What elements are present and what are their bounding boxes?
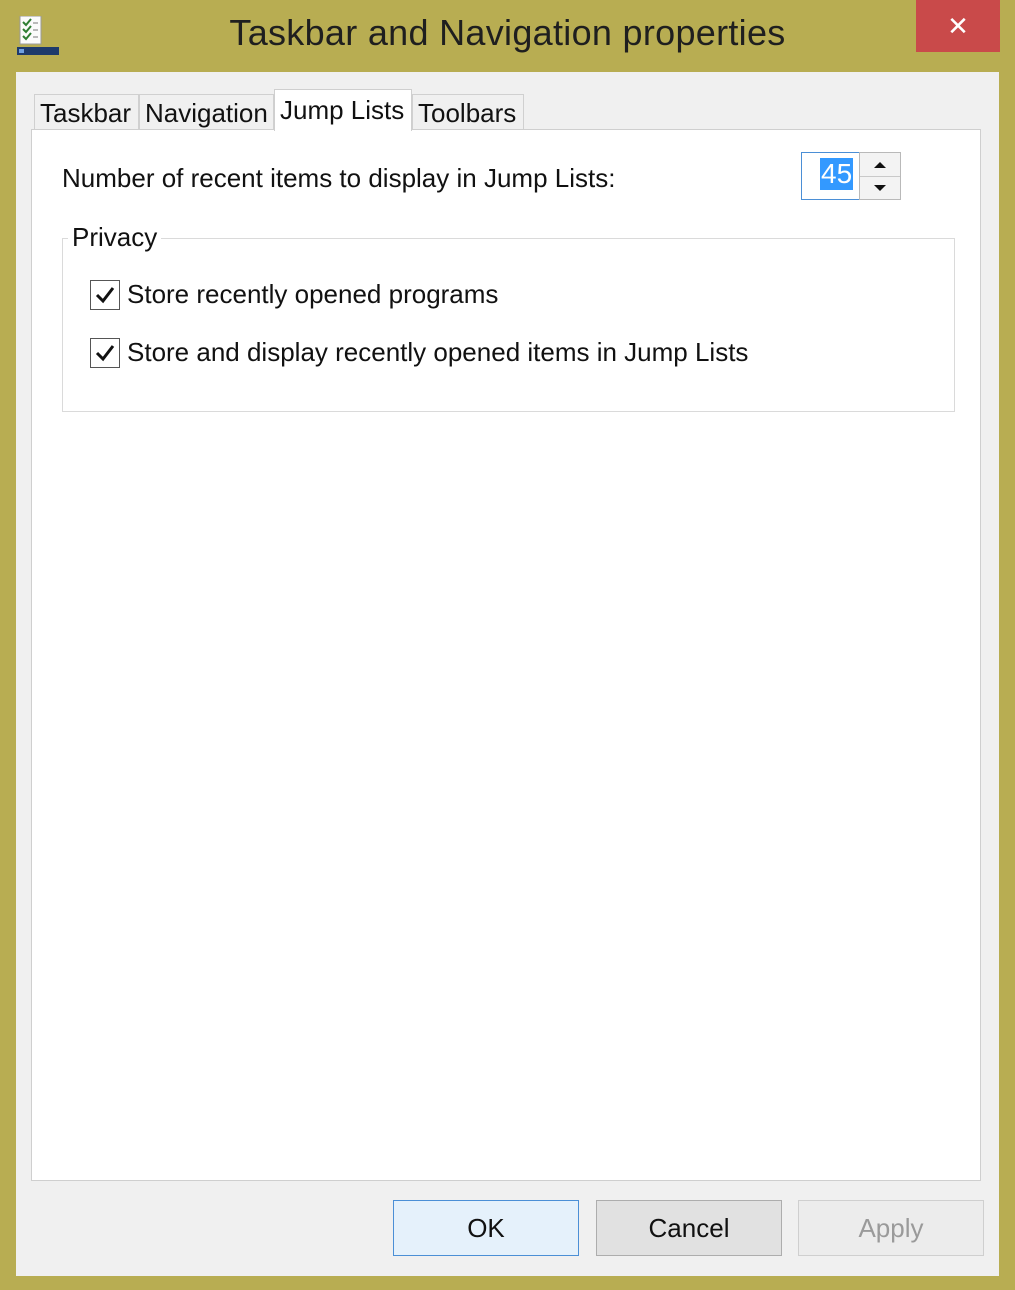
recent-items-label: Number of recent items to display in Jum… bbox=[62, 163, 616, 193]
dialog-client-area: Taskbar Navigation Jump Lists Toolbars N… bbox=[16, 72, 999, 1276]
recent-items-value[interactable]: 45 bbox=[820, 158, 854, 190]
store-items-label[interactable]: Store and display recently opened items … bbox=[127, 337, 748, 368]
caret-up-icon bbox=[874, 161, 886, 168]
close-button[interactable]: ✕ bbox=[916, 0, 1000, 52]
apply-button[interactable]: Apply bbox=[798, 1200, 984, 1256]
spin-down-button[interactable] bbox=[860, 176, 900, 199]
privacy-group: Privacy Store recently opened programs S… bbox=[62, 222, 955, 412]
window-title: Taskbar and Navigation properties bbox=[229, 12, 786, 53]
caret-down-icon bbox=[874, 184, 886, 191]
tab-toolbars[interactable]: Toolbars bbox=[412, 94, 524, 130]
close-icon: ✕ bbox=[947, 10, 969, 41]
privacy-group-title: Privacy bbox=[68, 222, 162, 253]
tab-jump-lists[interactable]: Jump Lists bbox=[274, 89, 412, 131]
tab-taskbar[interactable]: Taskbar bbox=[34, 94, 139, 130]
recent-items-input[interactable]: 45 bbox=[801, 152, 860, 200]
store-items-checkbox[interactable] bbox=[90, 337, 120, 368]
properties-window: Taskbar and Navigation properties ✕ Task… bbox=[0, 0, 1015, 1290]
recent-items-spinner bbox=[859, 152, 901, 200]
spin-up-button[interactable] bbox=[860, 153, 900, 177]
jump-lists-panel: Number of recent items to display in Jum… bbox=[31, 129, 981, 1181]
title-bar[interactable]: Taskbar and Navigation properties ✕ bbox=[0, 0, 1015, 72]
dialog-buttons: OK Cancel Apply bbox=[16, 1200, 999, 1256]
store-programs-checkbox[interactable] bbox=[90, 279, 120, 310]
tab-navigation[interactable]: Navigation bbox=[139, 94, 274, 130]
store-items-option[interactable]: Store and display recently opened items … bbox=[90, 337, 748, 368]
cancel-button[interactable]: Cancel bbox=[596, 1200, 782, 1256]
store-programs-label[interactable]: Store recently opened programs bbox=[127, 279, 498, 310]
store-programs-option[interactable]: Store recently opened programs bbox=[90, 279, 498, 310]
checkmark-icon bbox=[95, 286, 115, 303]
checkmark-icon bbox=[95, 344, 115, 361]
ok-button[interactable]: OK bbox=[393, 1200, 579, 1256]
